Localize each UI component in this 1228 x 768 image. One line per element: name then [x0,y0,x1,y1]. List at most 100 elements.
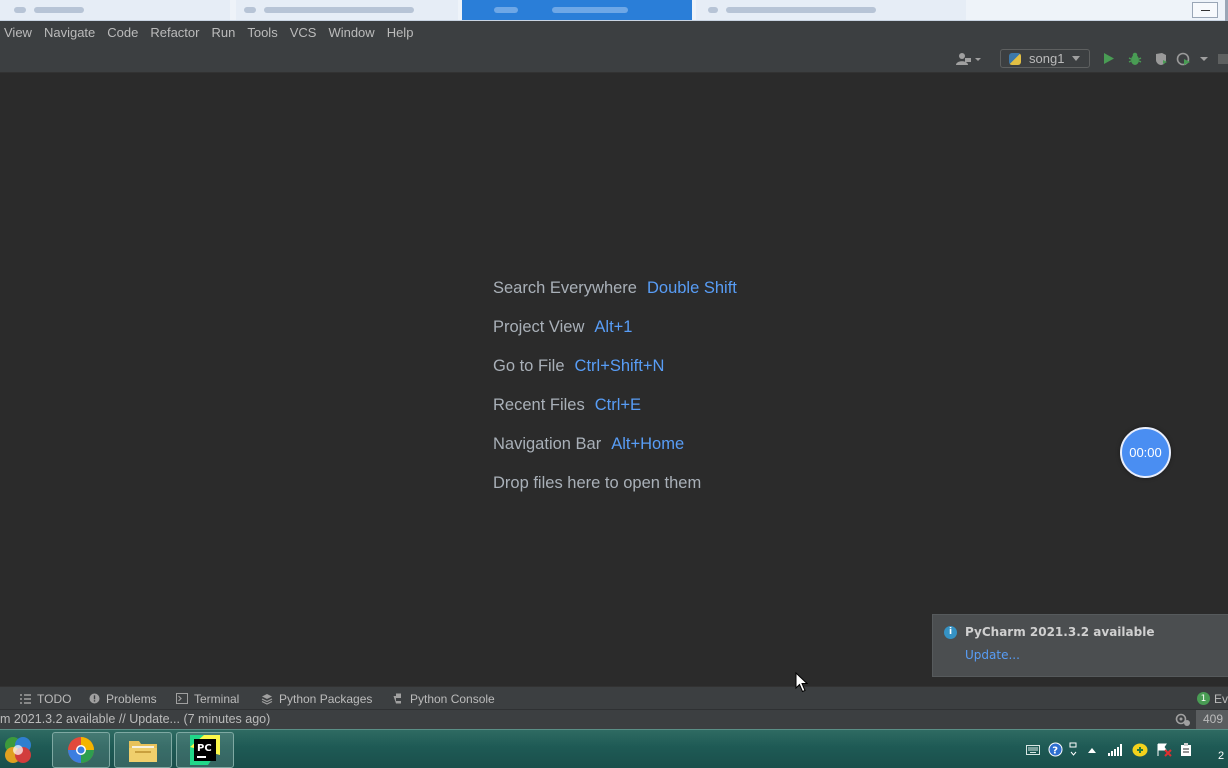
hint-action: Drop files here to open them [493,474,702,492]
tool-window-python-console[interactable]: Python Console [393,687,495,710]
terminal-icon [176,693,188,704]
hint-shortcut: Double Shift [646,279,737,297]
hint-go-to-file: Go to File Ctrl+Shift+N [493,347,737,386]
run-configuration-name: song1 [1029,51,1065,66]
update-link[interactable]: Update... [965,648,1020,662]
network-icon[interactable] [1108,743,1122,756]
update-notification: i PyCharm 2021.3.2 available Update... [932,614,1228,677]
taskbar-file-explorer[interactable] [114,732,172,768]
tool-window-bar: TODO Problems Terminal Python Packages P… [0,686,1228,709]
hint-navigation-bar: Navigation Bar Alt+Home [493,425,737,464]
tool-window-problems[interactable]: Problems [89,687,157,710]
menu-run[interactable]: Run [207,21,239,44]
hint-recent-files: Recent Files Ctrl+E [493,386,737,425]
play-icon [1104,53,1114,64]
menu-tools[interactable]: Tools [243,21,281,44]
status-message[interactable]: m 2021.3.2 available // Update... (7 min… [0,710,270,729]
start-button[interactable] [0,732,36,768]
event-count-badge: 1 [1197,692,1210,705]
tool-window-terminal[interactable]: Terminal [176,687,239,710]
folder-icon [129,741,157,762]
hint-shortcut: Alt+Home [611,435,685,453]
hint-drop-files: Drop files here to open them [493,464,737,503]
mouse-cursor-icon [795,672,809,693]
os-taskbar: PC ? 2 [0,729,1228,768]
hint-project-view: Project View Alt+1 [493,308,737,347]
chevron-down-icon [1072,56,1081,61]
hint-action: Recent Files [493,396,585,414]
info-icon: i [944,626,957,639]
browser-tab-strip [0,0,1228,21]
hint-action: Navigation Bar [493,435,602,453]
tool-window-python-packages[interactable]: Python Packages [261,687,372,710]
tool-window-label: Terminal [194,691,240,706]
status-bar: m 2021.3.2 available // Update... (7 min… [0,709,1228,729]
menu-vcs[interactable]: VCS [286,21,321,44]
menu-help[interactable]: Help [383,21,418,44]
hint-action: Search Everywhere [493,279,637,297]
browser-tab[interactable] [696,0,966,20]
stop-icon [1218,53,1228,64]
svg-text:?: ? [1052,746,1058,757]
help-icon[interactable]: ? [1048,742,1063,757]
taskbar-pycharm[interactable]: PC [176,732,234,768]
main-toolbar: song1 [0,44,1228,73]
python-icon [1009,52,1021,65]
menu-navigate[interactable]: Navigate [40,21,99,44]
menu-code[interactable]: Code [103,21,142,44]
hint-shortcut: Alt+1 [594,318,633,336]
memory-indicator[interactable]: 409 [1196,710,1228,729]
menu-refactor[interactable]: Refactor [146,21,203,44]
tool-window-label: Problems [106,691,157,706]
tool-window-todo[interactable]: TODO [20,687,71,710]
editor-empty-area[interactable]: Search Everywhere Double Shift Project Vi… [0,73,1228,685]
taskbar-browser[interactable] [52,732,110,768]
run-configuration-selector[interactable]: song1 [1000,49,1090,68]
menu-bar: View Navigate Code Refactor Run Tools VC… [0,21,1228,44]
user-icon [956,52,981,65]
run-button[interactable] [1100,49,1118,68]
tray-expand-icon[interactable] [1088,747,1096,753]
tool-window-label: Python Console [410,691,495,706]
notification-title: PyCharm 2021.3.2 available [965,625,1155,639]
profile-button[interactable] [1176,49,1212,68]
layers-icon [261,693,273,705]
hint-shortcut: Ctrl+E [594,396,642,414]
system-tray: ? [1026,730,1192,768]
screen: View Navigate Code Refactor Run Tools VC… [0,0,1228,768]
profiler-icon [1176,52,1208,65]
menu-view[interactable]: View [0,21,36,44]
menu-window[interactable]: Window [324,21,378,44]
clock[interactable]: 2 [1218,750,1224,762]
minimize-button[interactable] [1192,2,1218,18]
run-with-coverage-button[interactable] [1152,49,1170,68]
tool-window-label: Ev [1214,691,1228,706]
browser-tab[interactable] [236,0,458,20]
hint-shortcut: Ctrl+Shift+N [574,357,665,375]
flag-alert-icon[interactable] [1156,743,1172,757]
start-logo-icon [5,737,31,763]
welcome-hints: Search Everywhere Double Shift Project Vi… [493,269,737,503]
list-icon [20,693,31,704]
stop-button[interactable] [1217,49,1228,68]
bug-icon [1128,52,1142,65]
clipboard-icon[interactable] [1180,742,1192,757]
tool-window-label: TODO [37,691,72,706]
tool-window-label: Python Packages [279,691,373,706]
python-console-icon [393,693,404,704]
keyboard-icon[interactable] [1026,744,1040,755]
pycharm-logo-text: PC [197,743,212,754]
tool-window-event-log[interactable]: 1 Ev [1197,687,1228,710]
hint-action: Go to File [493,357,565,375]
browser-icon [68,737,94,763]
browser-tab[interactable] [0,0,230,20]
dock-icon[interactable] [1069,742,1078,758]
shield-icon [1156,52,1167,65]
debug-button[interactable] [1126,49,1144,68]
recording-timer[interactable]: 00:00 [1120,427,1171,478]
user-account-button[interactable] [954,49,984,68]
browser-tab-active[interactable] [462,0,692,20]
hint-search-everywhere: Search Everywhere Double Shift [493,269,737,308]
security-app-icon[interactable] [1132,743,1148,757]
hint-action: Project View [493,318,585,336]
